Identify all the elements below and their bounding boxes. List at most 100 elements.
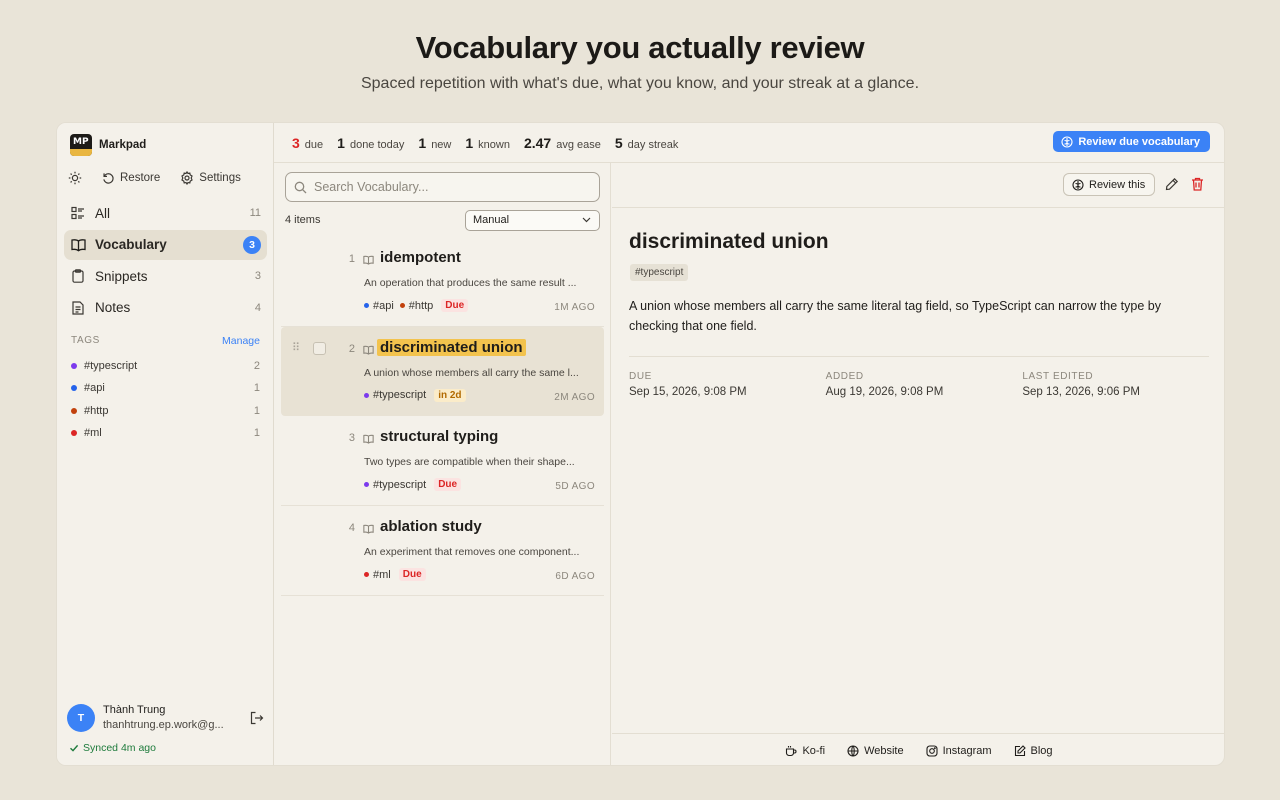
tag-color-dot (71, 385, 77, 392)
book-icon (363, 524, 374, 534)
tag-color-dot (71, 430, 77, 437)
status-badge: Due (434, 478, 462, 492)
tag-item-http[interactable]: #http 1 (71, 400, 260, 422)
blog-link[interactable]: Blog (1014, 745, 1053, 757)
list-item[interactable]: 4 ablation study An experiment that remo… (281, 506, 604, 596)
kofi-link[interactable]: Ko-fi (785, 745, 825, 757)
tags-header: TAGS Manage (71, 335, 260, 347)
item-number: 4 (348, 522, 355, 535)
chevron-down-icon (582, 217, 591, 223)
tag-list: #typescript 2 #api 1 #http 1 #ml 1 (71, 355, 260, 444)
book-icon (363, 345, 374, 355)
item-meta: #typescript in 2d (364, 388, 466, 402)
user-email: thanhtrung.ep.work@g... (103, 719, 224, 731)
app-logo: MP (70, 134, 92, 156)
instagram-link[interactable]: Instagram (926, 745, 992, 757)
manage-tags-link[interactable]: Manage (222, 335, 260, 347)
detail-tag[interactable]: #typescript (630, 264, 689, 281)
sun-icon (68, 171, 82, 185)
sidebar-item-notes[interactable]: Notes 4 (64, 293, 267, 323)
item-tag[interactable]: #http (399, 300, 433, 312)
item-meta: #typescript Due (364, 478, 462, 492)
sidebar-item-snippets[interactable]: Snippets 3 (64, 261, 267, 291)
brand-name: Markpad (99, 139, 147, 151)
avatar[interactable]: T (67, 704, 95, 732)
search-input[interactable] (314, 180, 584, 194)
item-tag[interactable]: #typescript (364, 479, 426, 491)
item-timestamp: 6D AGO (555, 571, 595, 583)
app-window: MP Markpad Restore Settings All 11 Vocab… (56, 122, 1225, 766)
tag-item-api[interactable]: #api 1 (71, 377, 260, 399)
tags-heading: TAGS (71, 335, 100, 346)
item-tag[interactable]: #api (364, 300, 394, 312)
item-number: 3 (348, 432, 355, 445)
item-timestamp: 2M AGO (554, 391, 595, 403)
user-profile: T Thành Trung thanhtrung.ep.work@g... (67, 703, 264, 733)
book-icon (70, 237, 86, 253)
search-box[interactable] (285, 172, 600, 202)
field-last-edited: LAST EDITED Sep 13, 2026, 9:06 PM (1022, 371, 1140, 398)
item-word: structural typing (380, 428, 499, 446)
logout-icon[interactable] (250, 711, 264, 725)
sidebar-item-vocabulary[interactable]: Vocabulary 3 (64, 229, 267, 260)
settings-button[interactable]: Settings (180, 171, 241, 185)
stat-known: 1 known (465, 134, 510, 151)
drag-handle-icon[interactable]: ⠿ (292, 341, 300, 354)
clipboard-icon (70, 268, 86, 284)
tag-item-ml[interactable]: #ml 1 (71, 422, 260, 444)
status-badge: Due (398, 568, 426, 582)
item-tag[interactable]: #ml (364, 569, 391, 581)
footer-links: Ko-fi Website Instagram Blog (612, 733, 1224, 765)
book-icon (363, 255, 374, 265)
sidebar-item-count: 4 (254, 301, 261, 314)
brand[interactable]: MP Markpad (70, 134, 146, 156)
review-due-button[interactable]: Review due vocabulary (1053, 131, 1210, 152)
divider (629, 356, 1209, 357)
list-item[interactable]: ⠿ 2 discriminated union A union whose me… (281, 326, 604, 417)
detail-fields: DUE Sep 15, 2026, 9:08 PM ADDED Aug 19, … (629, 371, 1219, 398)
theme-toggle-button[interactable] (68, 171, 82, 185)
sidebar-item-count: 3 (254, 270, 261, 282)
pencil-icon[interactable] (1165, 177, 1179, 191)
item-count: 4 items (285, 214, 321, 226)
sidebar-item-count: 11 (249, 207, 261, 219)
sidebar-nav: All 11 Vocabulary 3 Snippets 3 Notes 4 (64, 198, 267, 324)
select-checkbox[interactable] (313, 341, 326, 355)
item-word: idempotent (380, 249, 461, 266)
item-definition: An operation that produces the same resu… (364, 277, 577, 289)
sort-select[interactable]: Manual (465, 209, 600, 231)
sidebar-item-all[interactable]: All 11 (64, 198, 267, 228)
item-number: 2 (348, 342, 355, 355)
list-meta: 4 items Manual (285, 209, 600, 231)
item-definition: Two types are compatible when their shap… (364, 456, 575, 469)
tag-item-typescript[interactable]: #typescript 2 (71, 355, 260, 377)
brain-icon (1061, 135, 1073, 148)
item-word: discriminated union (377, 338, 526, 356)
list-item[interactable]: 1 idempotent An operation that produces … (281, 237, 604, 327)
coffee-icon (785, 745, 797, 757)
item-meta: #api #http Due (364, 299, 469, 312)
trash-icon[interactable] (1191, 177, 1204, 191)
item-definition: A union whose members all carry the same… (364, 366, 579, 379)
review-this-button[interactable]: Review this (1063, 173, 1156, 196)
field-added: ADDED Aug 19, 2026, 9:08 PM (825, 371, 944, 398)
search-icon (294, 181, 307, 194)
status-badge: Due (441, 299, 469, 312)
vocabulary-list: 4 items Manual 1 idempotent An operation… (274, 163, 611, 765)
restore-button[interactable]: Restore (102, 172, 160, 185)
check-icon (69, 743, 79, 753)
list-item[interactable]: 3 structural typing Two types are compat… (281, 416, 604, 507)
user-name: Thành Trung (103, 704, 166, 716)
restore-icon (102, 172, 115, 185)
hero-title: Vocabulary you actually review (415, 30, 865, 65)
detail-title: discriminated union (629, 230, 829, 253)
gear-icon (180, 171, 194, 185)
sidebar-item-label: All (95, 205, 111, 221)
item-tag[interactable]: #typescript (364, 389, 426, 401)
item-definition: An experiment that removes one component… (364, 546, 580, 559)
stat-avg-ease: 2.47 avg ease (523, 134, 601, 151)
item-timestamp: 1M AGO (554, 302, 595, 313)
tag-color-dot (71, 363, 77, 370)
website-link[interactable]: Website (847, 745, 904, 757)
item-word: ablation study (380, 518, 482, 536)
